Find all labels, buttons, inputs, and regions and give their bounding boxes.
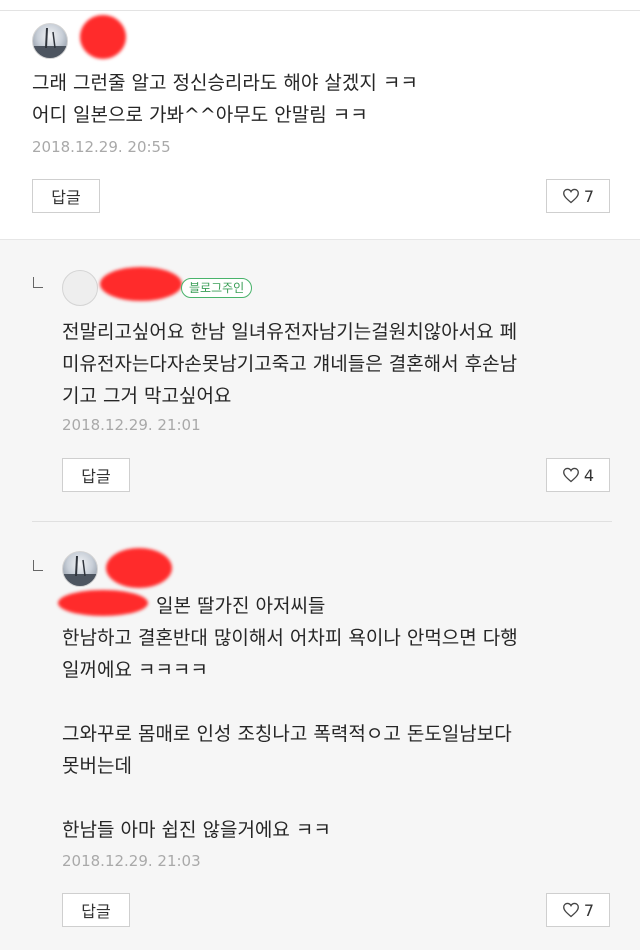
comment-1: 그래 그런줄 알고 정신승리라도 해야 살겠지 ㅋㅋ 어디 일본으로 가봐^^아… bbox=[0, 11, 640, 239]
comment-text-line: 한남들 아마 쉽진 않을거에요 ㅋㅋ bbox=[62, 819, 331, 841]
reply-button-label: 답글 bbox=[51, 188, 81, 207]
comment-text-line: 일꺼에요 ㅋㅋㅋㅋ bbox=[62, 659, 208, 681]
heart-outline-icon bbox=[562, 467, 579, 483]
comment-date: 2018.12.29. 21:03 bbox=[62, 852, 201, 870]
comment-text-line: 기고 그거 막고싶어요 bbox=[62, 385, 232, 407]
comment-date: 2018.12.29. 21:01 bbox=[62, 416, 201, 434]
comment-text-line: 일본 딸가진 아저씨들 bbox=[156, 595, 326, 617]
comment-text-line: 전말리고싶어요 한남 일녀유전자남기는걸원치않아서요 페 bbox=[62, 321, 518, 343]
reply-divider bbox=[32, 521, 612, 522]
redacted-username bbox=[100, 267, 182, 301]
reply-button[interactable]: 답글 bbox=[62, 893, 130, 927]
redacted-mention bbox=[58, 590, 148, 616]
comment-text-line: 못버는데 bbox=[62, 755, 132, 777]
avatar-photo-icon bbox=[63, 555, 97, 586]
avatar[interactable] bbox=[32, 23, 68, 59]
comment-text-line: 미유전자는다자손못남기고죽고 걔네들은 결혼해서 후손남 bbox=[62, 353, 518, 375]
like-count: 4 bbox=[583, 465, 595, 485]
blog-owner-badge: 블로그주인 bbox=[181, 278, 253, 298]
redacted-username bbox=[80, 15, 126, 59]
comment-text-line: 그래 그런줄 알고 정신승리라도 해야 살겠지 ㅋㅋ bbox=[32, 72, 418, 94]
reply-arrow-icon bbox=[33, 560, 43, 571]
avatar-photo-icon bbox=[33, 27, 67, 58]
reply-button-label: 답글 bbox=[81, 902, 111, 921]
comment-text-line: 그와꾸로 몸매로 인성 조칭나고 폭력적ㅇ고 돈도일남보다 bbox=[62, 723, 512, 745]
redacted-username bbox=[106, 548, 172, 588]
comment-text-line: 한남하고 결혼반대 많이해서 어차피 욕이나 안먹으면 다행 bbox=[62, 627, 518, 649]
replies-section: 블로그주인 전말리고싶어요 한남 일녀유전자남기는걸원치않아서요 페 미유전자는… bbox=[0, 239, 640, 950]
like-count: 7 bbox=[583, 900, 595, 920]
like-button[interactable]: 4 bbox=[546, 458, 610, 492]
avatar[interactable] bbox=[62, 551, 98, 587]
avatar[interactable] bbox=[62, 270, 98, 306]
reply-button[interactable]: 답글 bbox=[62, 458, 130, 492]
like-button[interactable]: 7 bbox=[546, 179, 610, 213]
comment-text-line: 어디 일본으로 가봐^^아무도 안말림 ㅋㅋ bbox=[32, 104, 368, 126]
reply-arrow-icon bbox=[33, 277, 43, 288]
heart-outline-icon bbox=[562, 188, 579, 204]
like-count: 7 bbox=[583, 186, 595, 206]
like-button[interactable]: 7 bbox=[546, 893, 610, 927]
reply-button[interactable]: 답글 bbox=[32, 179, 100, 213]
heart-outline-icon bbox=[562, 902, 579, 918]
comment-date: 2018.12.29. 20:55 bbox=[32, 138, 171, 156]
reply-button-label: 답글 bbox=[81, 467, 111, 486]
